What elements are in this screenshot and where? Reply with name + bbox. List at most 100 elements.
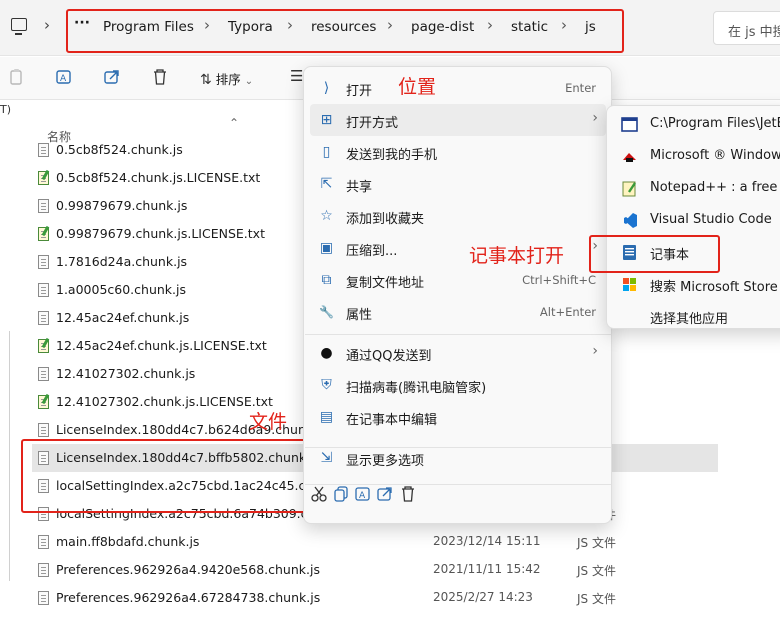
menu-item[interactable]: ● 通过QQ发送到 › (310, 337, 606, 369)
breadcrumb-program-files[interactable]: Program Files (103, 19, 194, 35)
notepadpp-file-icon (38, 339, 49, 353)
file-row[interactable]: Preferences.962926a4.67284738.chunk.js 20… (32, 584, 718, 612)
menu-item-label: 添加到收藏夹 (346, 212, 425, 227)
rename-icon[interactable]: A (55, 68, 73, 86)
menu-item-label: 发送到我的手机 (346, 148, 438, 163)
submenu-item[interactable]: Notepad++ : a free (G (611, 172, 780, 204)
delete-icon[interactable] (151, 68, 169, 86)
open-with-submenu: C:\Program Files\JetB Microsoft ® Windows… (606, 105, 780, 329)
notepadpp-file-icon (38, 227, 49, 241)
copy-path-icon: ⧉ (321, 272, 332, 288)
menu-item-label: 属性 (346, 308, 373, 323)
scroll-divider (9, 331, 10, 581)
submenu-item[interactable]: Visual Studio Code (611, 204, 780, 236)
menu-item[interactable]: ⊞ 打开方式 › (310, 104, 606, 136)
breadcrumb-static[interactable]: static (511, 19, 548, 35)
breadcrumb-separator-icon[interactable]: › (561, 16, 567, 34)
search-input[interactable]: 在 js 中搜 (713, 11, 780, 45)
breadcrumb-separator-icon[interactable]: › (204, 16, 210, 34)
file-name: Preferences.962926a4.9420e568.chunk.js (56, 562, 320, 577)
rename-icon[interactable]: A (354, 485, 372, 503)
delete-icon[interactable] (399, 485, 417, 503)
menu-item[interactable]: ▯ 发送到我的手机 (310, 136, 606, 168)
file-row[interactable]: main.ff8bdafd.chunk.js 2023/12/14 15:11 JS… (32, 528, 718, 556)
submenu-item-label: Visual Studio Code (650, 212, 772, 227)
menu-item[interactable]: ⟩ 打开 Enter (310, 72, 606, 104)
copy-icon[interactable] (332, 485, 350, 503)
share-icon: ⇱ (320, 176, 333, 192)
menu-separator (305, 447, 611, 448)
submenu-item-label: Notepad++ : a free (G (650, 180, 780, 195)
file-name: Preferences.962926a4.67284738.chunk.js (56, 590, 321, 605)
media-player-icon (623, 153, 636, 162)
breadcrumb-page-dist[interactable]: page-dist (411, 19, 474, 35)
chevron-right-icon[interactable]: › (44, 16, 50, 34)
file-name: 0.99879679.chunk.js (56, 198, 188, 213)
breadcrumb-overflow[interactable]: ··· (74, 15, 90, 31)
js-file-icon (38, 563, 49, 577)
menu-item-label: 打开方式 (346, 116, 399, 131)
menu-item[interactable]: ⧉ 复制文件地址 Ctrl+Shift+C (310, 264, 606, 296)
breadcrumb-resources[interactable]: resources (311, 19, 376, 35)
file-type: JS 文件 (577, 536, 616, 550)
js-file-icon (38, 535, 49, 549)
js-file-icon (38, 199, 49, 213)
menu-item[interactable]: ⛨ 扫描病毒(腾讯电脑管家) (310, 369, 606, 401)
menu-item-label: 共享 (346, 180, 373, 195)
submenu-item-label: Microsoft ® Windows (650, 148, 780, 163)
breadcrumb-separator-icon[interactable]: › (287, 16, 293, 34)
view-icon[interactable]: ☰ (290, 67, 303, 85)
menu-separator (305, 334, 611, 335)
annotation-notepad: 记事本打开 (469, 245, 565, 267)
breadcrumb-typora[interactable]: Typora (228, 19, 273, 35)
sort-chevron-up-icon[interactable]: ⌃ (229, 116, 239, 130)
breadcrumb-js[interactable]: js (585, 19, 596, 35)
file-date: 2025/2/27 14:23 (433, 590, 533, 604)
vscode-icon: ⟩ (323, 80, 330, 96)
submenu-item[interactable]: Microsoft ® Windows (611, 140, 780, 172)
star-icon: ☆ (320, 208, 333, 224)
sort-icon: ⇅ (200, 72, 212, 88)
menu-item-shortcut: Enter (565, 81, 596, 95)
menu-item[interactable]: ⇱ 共享 (310, 168, 606, 200)
menu-item-label: 压缩到... (346, 244, 398, 259)
phone-icon: ▯ (322, 144, 331, 160)
file-type: JS 文件 (577, 592, 616, 606)
notepad-highlight-box (589, 235, 720, 273)
this-pc-icon[interactable] (11, 18, 27, 35)
menu-item[interactable]: 🔧 属性 Alt+Enter (310, 296, 606, 328)
submenu-item-label: 选择其他应用 (650, 312, 729, 327)
menu-item-label: 复制文件地址 (346, 276, 425, 291)
paste-icon[interactable] (8, 68, 26, 86)
submenu-item-label: C:\Program Files\JetB (650, 116, 780, 131)
share-icon[interactable] (376, 485, 394, 503)
menu-item-label: 在记事本中编辑 (346, 413, 438, 428)
left-column-fragment: T) (0, 103, 12, 116)
context-menu: ⟩ 打开 Enter ⊞ 打开方式 › ▯ 发送到我的手机 ⇱ 共享 ☆ 添加到收藏夹 ▣ 压缩到... ›… (303, 66, 612, 524)
share-icon[interactable] (103, 68, 121, 86)
submenu-item[interactable]: C:\Program Files\JetB (611, 108, 780, 140)
svg-text:A: A (60, 74, 67, 84)
js-file-icon (38, 311, 49, 325)
menu-item[interactable]: ☆ 添加到收藏夹 (310, 200, 606, 232)
file-row[interactable]: Preferences.962926a4.9420e568.chunk.js 20… (32, 556, 718, 584)
zip-icon: ▣ (319, 240, 334, 256)
notepadpp-icon (622, 181, 636, 197)
menu-item[interactable]: ▤ 在记事本中编辑 (310, 401, 606, 433)
file-name: main.ff8bdafd.chunk.js (56, 534, 200, 549)
submenu-item[interactable]: 选择其他应用 (611, 300, 780, 332)
app-window-icon (621, 117, 638, 132)
menu-item-label: 通过QQ发送到 (346, 349, 432, 364)
breadcrumb-separator-icon[interactable]: › (487, 16, 493, 34)
shield-icon: ⛨ (321, 377, 332, 393)
sort-button[interactable]: ⇅ 排序 ⌄ (200, 69, 253, 88)
svg-text:A: A (359, 491, 366, 501)
chevron-down-icon: ⌄ (244, 76, 254, 87)
file-name: 0.5cb8f524.chunk.js.LICENSE.txt (56, 170, 261, 185)
file-name: 1.7816d24a.chunk.js (56, 254, 188, 269)
cut-icon[interactable] (310, 485, 328, 503)
js-file-icon (38, 283, 49, 297)
sort-label: 排序 (215, 72, 241, 87)
notepadpp-file-icon (38, 171, 49, 185)
breadcrumb-separator-icon[interactable]: › (387, 16, 393, 34)
